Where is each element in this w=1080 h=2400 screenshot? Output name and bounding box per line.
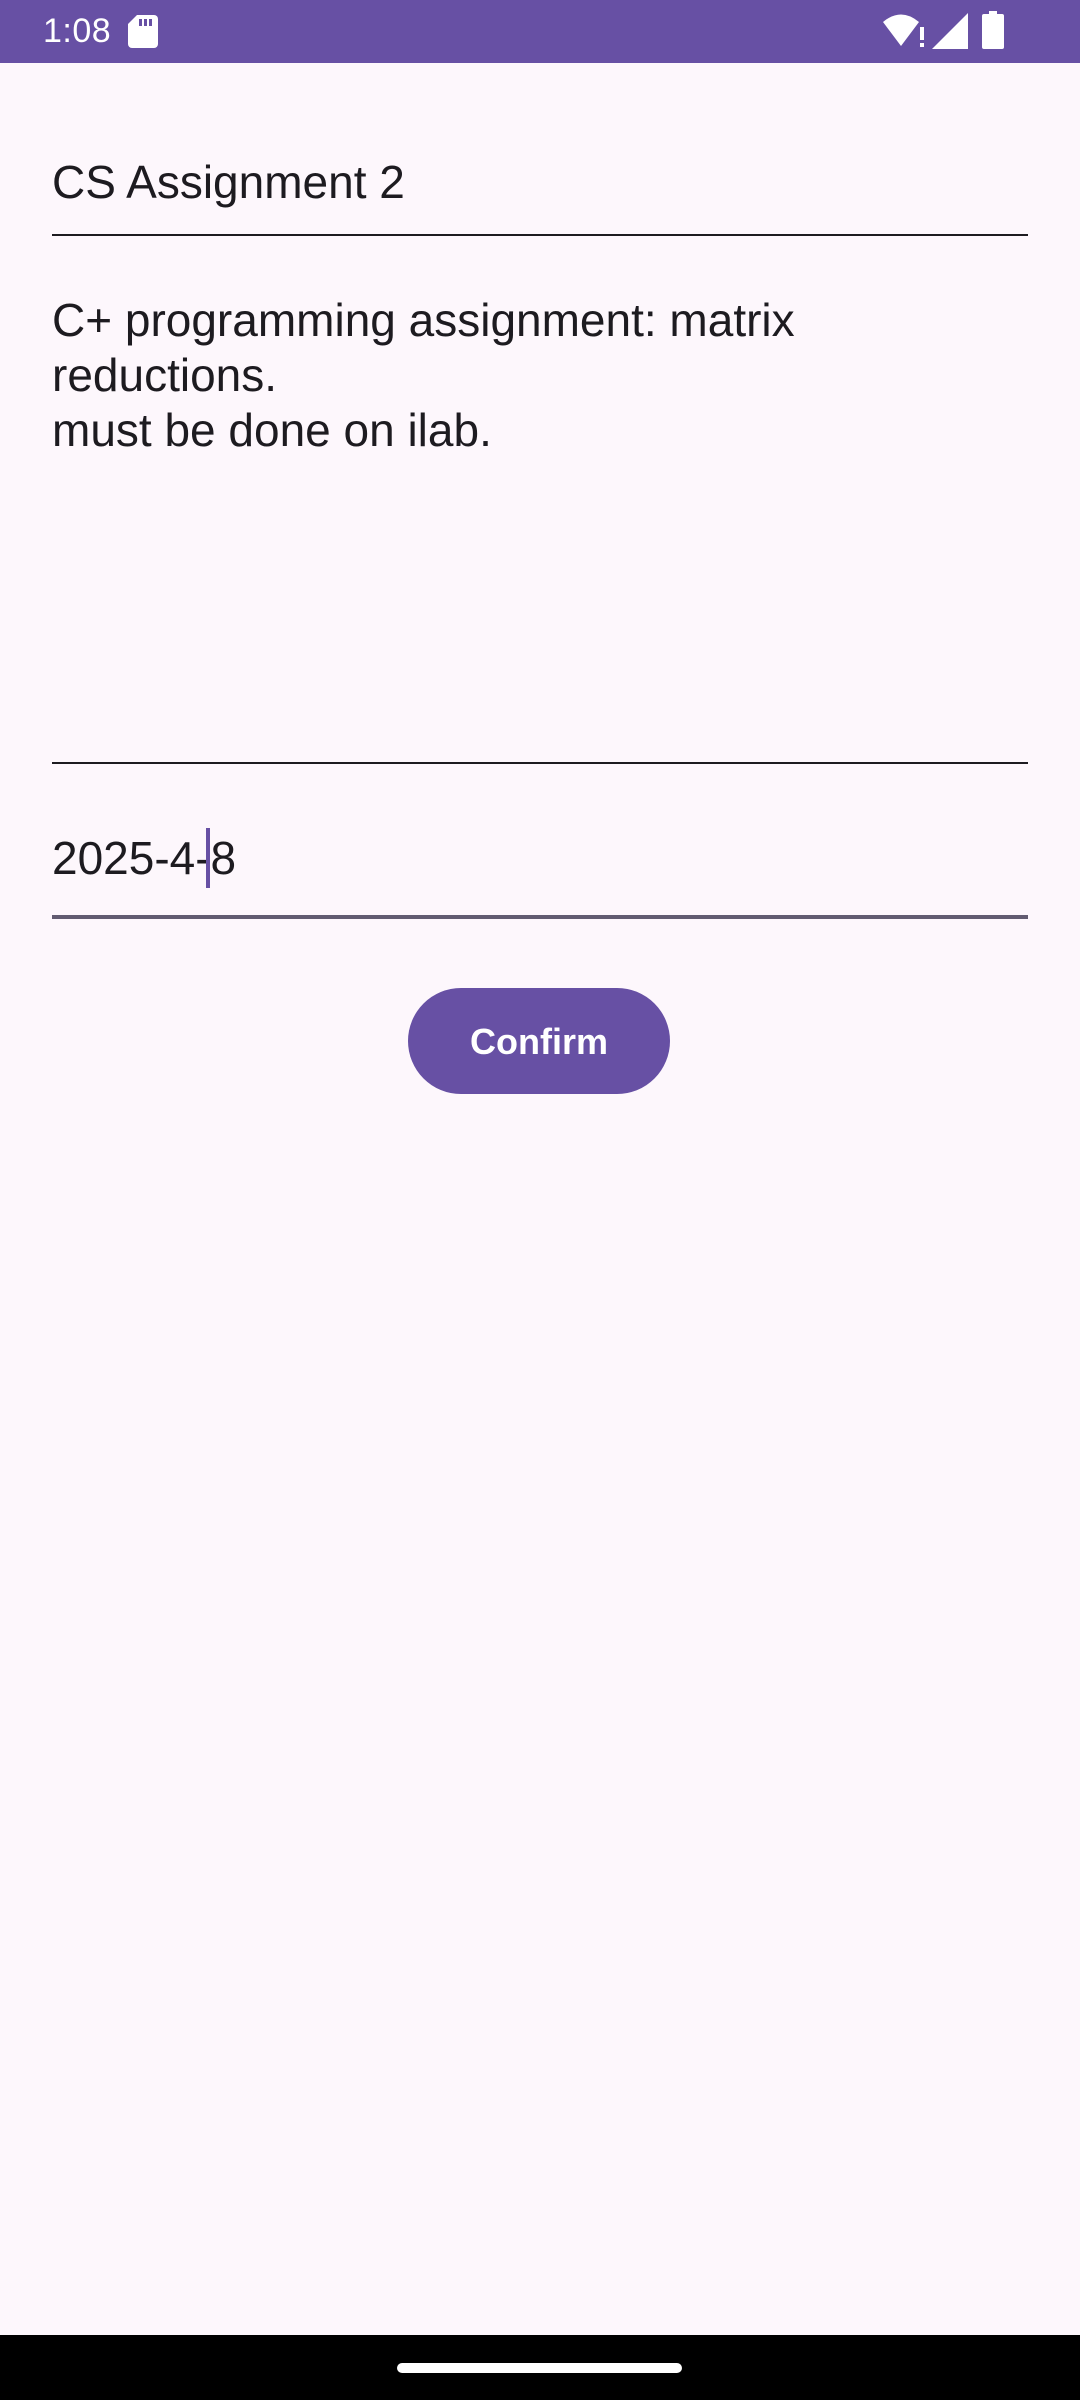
description-line: must be done on ilab. bbox=[52, 404, 492, 456]
title-value: CS Assignment 2 bbox=[52, 156, 405, 208]
status-time: 1:08 bbox=[43, 12, 112, 50]
description-field[interactable]: C+ programming assignment: matrix reduct… bbox=[52, 286, 1028, 764]
description-line: reductions. bbox=[52, 349, 278, 401]
cell-signal-icon bbox=[932, 13, 968, 49]
description-line: C+ programming assignment: matrix bbox=[52, 294, 795, 346]
wifi-icon bbox=[883, 14, 924, 47]
status-bar: 1:08 bbox=[0, 0, 1080, 63]
sd-card-icon bbox=[128, 15, 158, 48]
confirm-button[interactable]: Confirm bbox=[408, 988, 670, 1094]
battery-icon bbox=[982, 11, 1004, 49]
navigation-bar bbox=[0, 2335, 1080, 2400]
text-cursor bbox=[206, 828, 210, 888]
home-indicator[interactable] bbox=[397, 2363, 682, 2373]
due-date-field[interactable]: 2025-4-8 bbox=[52, 810, 1028, 919]
title-field[interactable]: CS Assignment 2 bbox=[52, 140, 1028, 236]
